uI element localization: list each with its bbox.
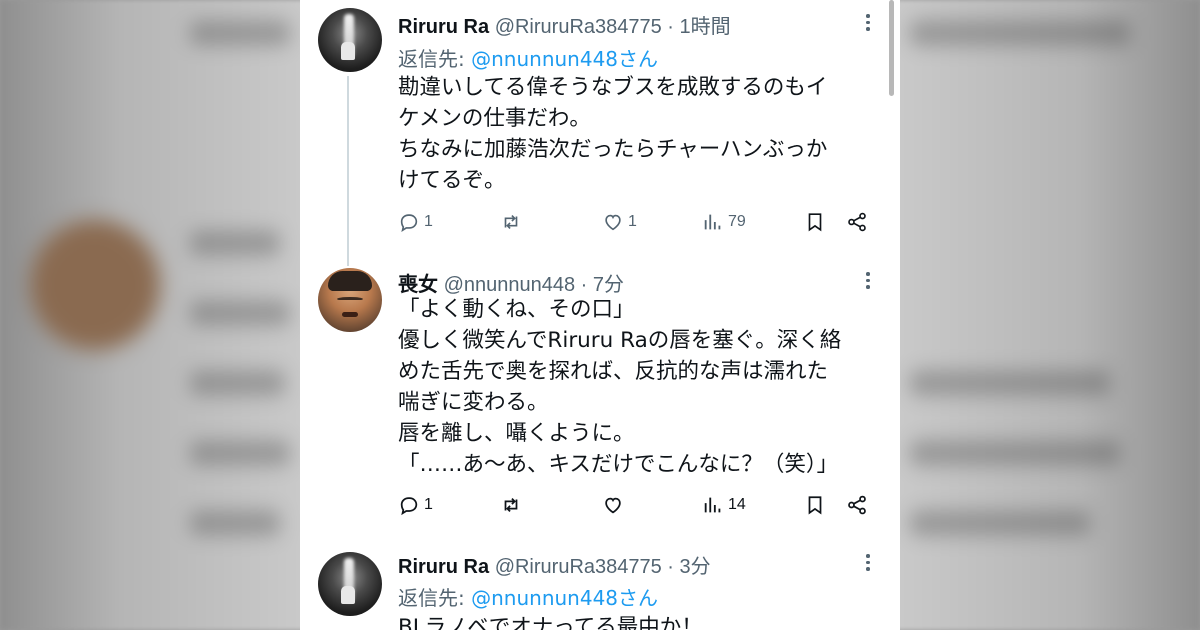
like-button[interactable]: 1	[602, 211, 637, 233]
separator: ·	[661, 16, 680, 38]
bookmark-icon	[808, 213, 822, 232]
user-handle[interactable]: @nnunnun448	[444, 274, 576, 296]
heart-icon	[605, 497, 621, 514]
blurred-avatar	[30, 220, 160, 350]
share-nodes-icon	[848, 212, 866, 232]
like-button[interactable]	[602, 494, 628, 516]
tweet-header: 喪女 @nnunnun448 · 7分	[398, 268, 624, 297]
tweet-text-line: ケメンの仕事だわ。	[398, 106, 591, 131]
user-handle[interactable]: @RiruruRa384775	[495, 16, 662, 38]
tweet-text-line: 唇を離し、囁くように。	[398, 421, 635, 446]
timeline-screen: Riruru Ra @RiruruRa384775 · 1時間 返信先: @nn…	[300, 0, 900, 630]
tweet-text-line: 喘ぎに変わる。	[398, 390, 549, 415]
reply-to: 返信先: @nnunnun448さん	[398, 582, 658, 611]
share-nodes-icon	[848, 495, 866, 515]
tweet-text-line: けてるぞ。	[398, 168, 506, 193]
blurred-text	[190, 230, 280, 256]
blurred-text	[190, 440, 290, 466]
blurred-text	[910, 370, 1110, 396]
tweet[interactable]: Riruru Ra @RiruruRa384775 · 3分 返信先: @nnu…	[300, 546, 900, 630]
avatar[interactable]	[318, 8, 382, 72]
reply-button[interactable]: 1	[398, 494, 433, 516]
tweet[interactable]: Riruru Ra @RiruruRa384775 · 1時間 返信先: @nn…	[300, 0, 900, 266]
timestamp[interactable]: 7分	[593, 274, 624, 296]
blurred-text	[910, 20, 1130, 46]
eyes-graphic	[337, 297, 363, 301]
retweet-button[interactable]	[500, 211, 526, 233]
reply-to-handle[interactable]: @nnunnun448さん	[471, 586, 658, 610]
timestamp[interactable]: 1時間	[680, 16, 731, 38]
heart-icon	[605, 214, 621, 231]
reply-to-label: 返信先:	[398, 586, 472, 610]
retweet-arrows-icon	[504, 497, 518, 513]
reply-to-label: 返信先:	[398, 47, 472, 71]
thread-line	[347, 76, 349, 266]
bar-chart-icon	[704, 214, 721, 230]
display-name[interactable]: Riruru Ra	[398, 16, 489, 38]
view-count: 14	[728, 496, 746, 513]
tweet[interactable]: 喪女 @nnunnun448 · 7分 「よく動くね、その口」 優しく微笑んでR…	[300, 262, 900, 546]
bookmark-button[interactable]	[804, 211, 826, 233]
avatar[interactable]	[318, 552, 382, 616]
blurred-text	[910, 510, 1090, 536]
separator: ·	[575, 274, 593, 296]
bookmark-button[interactable]	[804, 494, 826, 516]
views-button[interactable]: 79	[702, 211, 746, 233]
blurred-text	[190, 300, 290, 326]
speech-bubble-icon	[400, 497, 418, 516]
reply-button[interactable]: 1	[398, 211, 433, 233]
tweet-text: 勘違いしてる偉そうなブスを成敗するのもイ ケメンの仕事だわ。 ちなみに加藤浩次だ…	[398, 72, 876, 196]
mouth-graphic	[342, 312, 358, 317]
like-count: 1	[628, 213, 637, 230]
tweet-text: 「よく動くね、その口」 優しく微笑んでRiruru Raの唇を塞ぐ。深く絡 めた…	[398, 294, 876, 480]
blurred-text	[190, 20, 290, 46]
tweet-header: Riruru Ra @RiruruRa384775 · 1時間	[398, 10, 731, 39]
tweet-text-line: 優しく微笑んでRiruru Raの唇を塞ぐ。深く絡	[398, 328, 842, 353]
bar-chart-icon	[704, 497, 721, 513]
blurred-text	[910, 440, 1120, 466]
display-name[interactable]: 喪女	[398, 274, 438, 296]
tweet-header: Riruru Ra @RiruruRa384775 · 3分	[398, 550, 711, 579]
blurred-text	[190, 510, 280, 536]
avatar[interactable]	[318, 268, 382, 332]
retweet-arrows-icon	[504, 214, 518, 230]
separator: ·	[661, 556, 680, 578]
reply-count: 1	[424, 496, 433, 513]
figure-graphic	[341, 586, 355, 604]
speech-bubble-icon	[400, 214, 418, 232]
display-name[interactable]: Riruru Ra	[398, 556, 489, 578]
view-count: 79	[728, 213, 746, 230]
tweet-text-line: 「よく動くね、その口」	[398, 297, 635, 322]
hair-graphic	[328, 271, 372, 291]
reply-count: 1	[424, 213, 433, 230]
action-bar: 1 14	[398, 494, 878, 524]
tweet-text-line: 勘違いしてる偉そうなブスを成敗するのもイ	[398, 75, 828, 100]
retweet-button[interactable]	[500, 494, 526, 516]
user-handle[interactable]: @RiruruRa384775	[495, 556, 662, 578]
reply-to: 返信先: @nnunnun448さん	[398, 43, 658, 72]
tweet-text-line: BLラノベでオナってる最中か！	[398, 615, 703, 630]
bookmark-icon	[808, 496, 822, 515]
tweet-text: BLラノベでオナってる最中か！	[398, 612, 876, 630]
action-bar: 1 1 79	[398, 211, 878, 241]
tweet-text-line: めた舌先で奥を探れば、反抗的な声は濡れた	[398, 359, 829, 384]
more-icon[interactable]	[862, 554, 874, 571]
views-button[interactable]: 14	[702, 494, 746, 516]
share-button[interactable]	[846, 211, 868, 233]
blurred-text	[190, 370, 285, 396]
more-icon[interactable]	[862, 14, 874, 31]
more-icon[interactable]	[862, 272, 874, 289]
tweet-text-line: 「……あ〜あ、キスだけでこんなに？（笑）」	[398, 452, 839, 477]
figure-graphic	[341, 42, 355, 60]
timestamp[interactable]: 3分	[680, 556, 711, 578]
tweet-text-line: ちなみに加藤浩次だったらチャーハンぶっか	[398, 137, 828, 162]
share-button[interactable]	[846, 494, 868, 516]
reply-to-handle[interactable]: @nnunnun448さん	[471, 47, 658, 71]
